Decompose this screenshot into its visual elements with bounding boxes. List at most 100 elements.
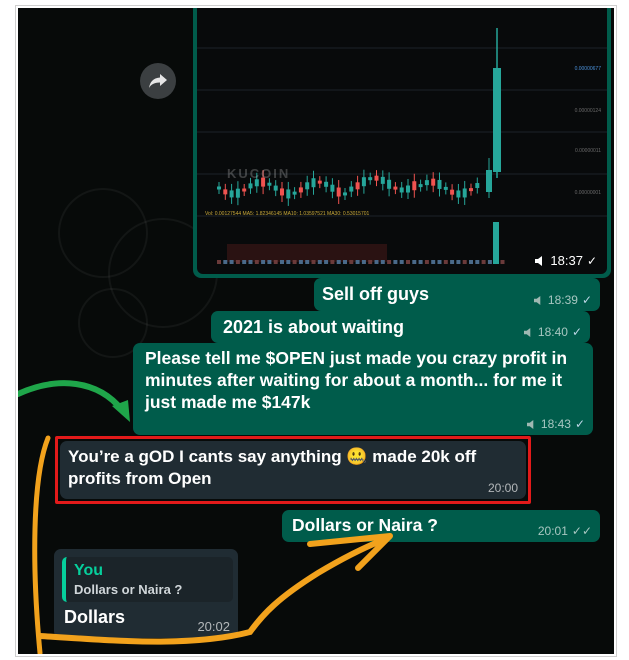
candle-body <box>368 177 373 181</box>
candle-body <box>336 187 341 197</box>
message-text: 2021 is about waiting <box>223 317 405 337</box>
candle-body <box>437 179 442 189</box>
volume-bar <box>406 260 410 264</box>
message-text: Sell off guys <box>322 284 430 304</box>
volume-bar <box>349 260 354 264</box>
quoted-message[interactable]: You Dollars or Naira ? <box>62 557 233 602</box>
candle-body <box>418 184 423 188</box>
candle-body <box>393 186 398 190</box>
message-time: 18:39 <box>547 293 578 307</box>
candle-body <box>450 189 455 195</box>
sound-icon <box>533 295 541 305</box>
message-time: 18:40 <box>537 325 568 339</box>
volume-bar <box>443 260 448 264</box>
candle-body <box>330 184 335 192</box>
candle-body <box>399 187 404 193</box>
check-icon: ✓ <box>574 417 585 431</box>
price-label-3: 0.00000011 <box>574 148 601 154</box>
volume-area <box>227 244 387 262</box>
message-bubble-open-profit[interactable]: Please tell me $OPEN just made you crazy… <box>133 343 593 435</box>
message-bubble-dollars-reply[interactable]: You Dollars or Naira ? Dollars 20:02 <box>54 549 238 638</box>
forward-button[interactable] <box>140 63 176 99</box>
volume-bar <box>248 260 253 264</box>
volume-bar <box>223 260 228 264</box>
candle-body <box>343 192 347 196</box>
message-bubble-2021[interactable]: 2021 is about waiting 18:40 ✓ <box>211 311 590 343</box>
candle-body <box>298 187 303 193</box>
volume-bar <box>261 260 266 264</box>
volume-bar <box>487 260 492 264</box>
candle-body <box>229 190 234 198</box>
candle-body <box>235 188 240 198</box>
volume-bar <box>361 260 366 264</box>
volume-bar <box>317 260 322 264</box>
message-text: Dollars <box>64 607 126 627</box>
volume-bar <box>280 260 284 264</box>
price-label-1: 0.00000677 <box>574 66 601 72</box>
volume-bar <box>235 260 240 264</box>
candle-body <box>424 180 429 186</box>
quoted-text: Dollars or Naira ? <box>74 582 183 597</box>
candle-body <box>462 188 467 198</box>
volume-bar <box>330 260 335 264</box>
volume-bar <box>217 260 221 264</box>
volume-bar <box>418 260 423 264</box>
quoted-author: You <box>74 562 104 579</box>
volume-bar <box>254 260 259 264</box>
volume-bar <box>368 260 373 264</box>
sound-icon <box>526 419 534 429</box>
candle-body <box>469 188 473 192</box>
volume-bar <box>242 260 247 264</box>
candle-body <box>412 181 417 191</box>
message-meta: 18:40 ✓ <box>523 325 582 339</box>
volume-bar <box>481 260 486 264</box>
price-label-4: 0.00000001 <box>574 190 601 196</box>
candle-body <box>305 182 310 190</box>
volume-bar <box>469 260 473 264</box>
message-meta: 18:43 ✓ <box>526 417 585 431</box>
volume-bar <box>292 260 297 264</box>
candle-body <box>273 185 278 191</box>
candle-body <box>217 186 221 190</box>
double-check-icon: ✓ <box>586 253 597 268</box>
volume-bar <box>305 260 310 264</box>
message-bubble-sell-off[interactable]: Sell off guys 18:39 ✓ <box>314 278 600 311</box>
volume-bar <box>336 260 341 264</box>
candle-body <box>223 189 228 195</box>
candle-body <box>324 181 329 187</box>
message-time: 18:43 <box>540 417 571 431</box>
forward-icon <box>149 74 167 88</box>
message-time: 20:02 <box>197 619 230 634</box>
volume-bar <box>387 260 392 264</box>
highlight-box <box>55 436 531 504</box>
message-text: Dollars or Naira ? <box>292 515 438 535</box>
chart-message-time: 18:37 <box>550 253 583 268</box>
volume-bar <box>374 260 379 264</box>
candle-body <box>355 182 360 190</box>
candlestick-chart-image[interactable]: KUCOIN Vol: 0.00127544 MA5: 1.82346145 M… <box>197 8 607 274</box>
message-text: Please tell me $OPEN just made you crazy… <box>145 348 568 412</box>
volume-bar <box>456 260 461 264</box>
volume-bar <box>393 260 398 264</box>
message-meta: 20:02 <box>197 619 230 634</box>
volume-bar <box>298 260 303 264</box>
sound-icon <box>523 327 531 337</box>
candle-body <box>286 189 291 199</box>
volume-bar <box>229 260 234 264</box>
candle-body <box>431 178 436 186</box>
volume-bar <box>412 260 417 264</box>
chart-watermark: KUCOIN <box>227 166 291 181</box>
candle-body <box>380 176 385 184</box>
candle-body <box>406 185 410 193</box>
volume-bar <box>286 260 291 264</box>
candle-body <box>292 191 297 195</box>
chart-image-message[interactable]: KUCOIN Vol: 0.00127544 MA5: 1.82346145 M… <box>193 8 611 278</box>
volume-bar <box>424 260 429 264</box>
volume-bar <box>500 260 505 264</box>
candle-body <box>317 180 322 184</box>
message-meta: 20:01 ✓✓ <box>538 524 592 538</box>
double-check-icon: ✓✓ <box>571 524 592 538</box>
volume-bar <box>343 260 347 264</box>
message-bubble-dollars-or-naira[interactable]: Dollars or Naira ? 20:01 ✓✓ <box>282 510 600 542</box>
volume-bar <box>431 260 436 264</box>
